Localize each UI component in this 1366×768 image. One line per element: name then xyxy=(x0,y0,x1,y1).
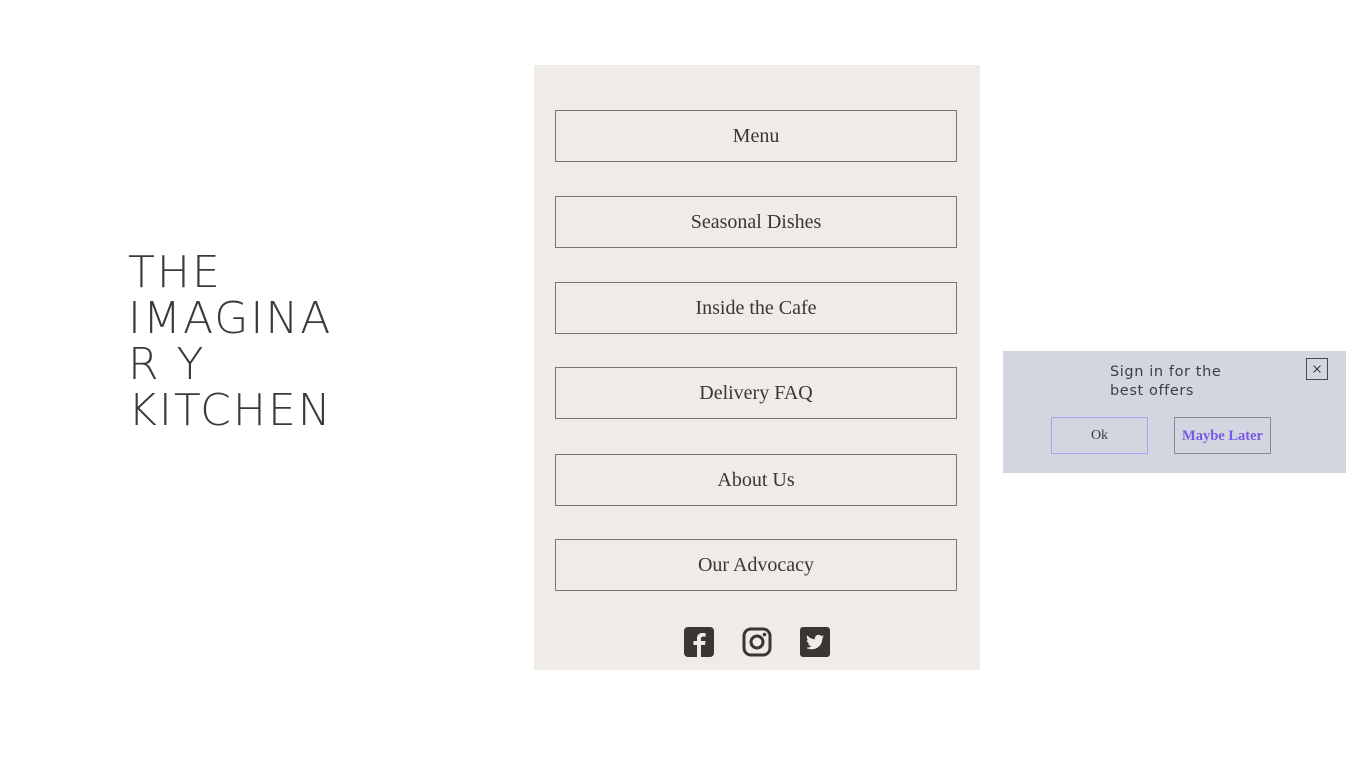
sign-in-popup: Sign in for the best offers Ok Maybe Lat… xyxy=(1003,351,1346,473)
facebook-icon[interactable] xyxy=(684,627,714,657)
instagram-icon[interactable] xyxy=(742,627,772,657)
nav-button-inside-the-cafe[interactable]: Inside the Cafe xyxy=(555,282,957,334)
logo-line-1: THE xyxy=(128,247,222,298)
nav-button-menu[interactable]: Menu xyxy=(555,110,957,162)
logo-line-3: R Y xyxy=(128,339,206,390)
social-links xyxy=(684,627,830,657)
popup-title: Sign in for the best offers xyxy=(1110,364,1222,399)
nav-button-delivery-faq[interactable]: Delivery FAQ xyxy=(555,367,957,419)
ok-button[interactable]: Ok xyxy=(1051,417,1148,454)
navigation-panel: Menu Seasonal Dishes Inside the Cafe Del… xyxy=(534,65,980,670)
nav-button-our-advocacy[interactable]: Our Advocacy xyxy=(555,539,957,591)
logo-line-4: KITCHEN xyxy=(128,385,333,436)
nav-button-seasonal-dishes[interactable]: Seasonal Dishes xyxy=(555,196,957,248)
close-popup-button[interactable] xyxy=(1306,358,1328,380)
nav-button-about-us[interactable]: About Us xyxy=(555,454,957,506)
twitter-icon[interactable] xyxy=(800,627,830,657)
maybe-later-button[interactable]: Maybe Later xyxy=(1174,417,1271,454)
close-icon xyxy=(1313,365,1321,373)
logo-line-2: IMAGINA xyxy=(128,293,333,344)
site-logo[interactable]: THE IMAGINA R Y KITCHEN xyxy=(128,250,358,434)
